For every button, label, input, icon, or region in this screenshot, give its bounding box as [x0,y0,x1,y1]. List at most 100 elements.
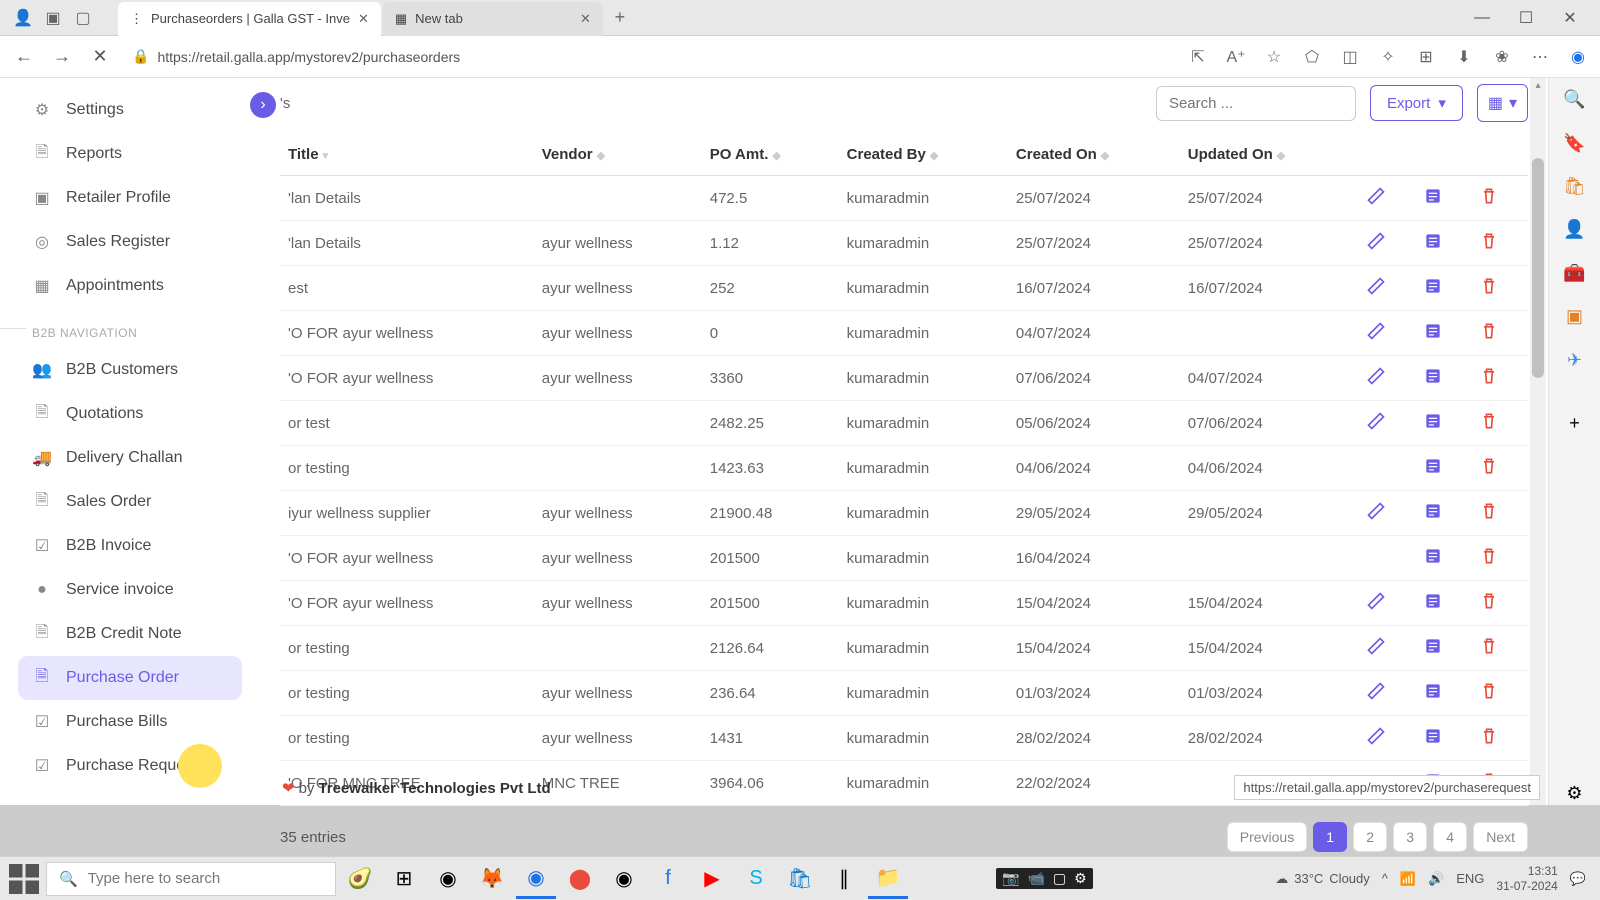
column-header[interactable]: Title▾ [280,134,534,176]
edit-icon[interactable] [1366,636,1386,656]
notifications-icon[interactable]: 💬 [1570,871,1586,887]
trash-icon[interactable] [1479,186,1499,206]
window-minimize-icon[interactable]: — [1470,6,1494,30]
taskbar-explorer[interactable]: 📁 [868,859,908,899]
office-icon[interactable]: ▣ [1562,305,1588,328]
taskbar-youtube[interactable]: ▶ [692,859,732,899]
window-maximize-icon[interactable]: ☐ [1514,6,1538,30]
taskbar-chrome[interactable]: ◉ [604,859,644,899]
column-header[interactable]: Created By◆ [839,134,1008,176]
tray-chevron-icon[interactable]: ^ [1382,871,1388,886]
document-icon[interactable] [1423,231,1443,251]
document-icon[interactable] [1423,411,1443,431]
camera-icon[interactable]: 📷 [1002,870,1019,887]
scrollbar-track[interactable]: ▴ ▾ [1530,78,1546,805]
taskbar-copilot[interactable]: ◉ [428,859,468,899]
trash-icon[interactable] [1479,321,1499,341]
new-tab-button[interactable]: + [605,3,635,33]
taskbar-record[interactable]: ⬤ [560,859,600,899]
taskbar-app-avocado[interactable]: 🥑 [340,859,380,899]
document-icon[interactable] [1423,546,1443,566]
document-icon[interactable] [1423,366,1443,386]
sound-icon[interactable]: 🔊 [1428,871,1444,887]
sidebar-item-purchase-request[interactable]: ☑Purchase Request [18,744,242,788]
extensions-icon[interactable]: ⬠ [1300,45,1324,69]
back-button[interactable]: ← [10,43,38,71]
edit-icon[interactable] [1366,681,1386,701]
trash-icon[interactable] [1479,636,1499,656]
trash-icon[interactable] [1479,366,1499,386]
url-field[interactable]: 🔒 https://retail.galla.app/mystorev2/pur… [124,48,1176,65]
badge-icon[interactable]: ❀ [1490,45,1514,69]
taskbar-search[interactable]: 🔍Type here to search [46,862,336,896]
edit-icon[interactable] [1366,591,1386,611]
edit-icon[interactable] [1366,276,1386,296]
edit-icon[interactable] [1366,366,1386,386]
collections-icon[interactable]: ⊞ [1414,45,1438,69]
trash-icon[interactable] [1479,681,1499,701]
trash-icon[interactable] [1479,546,1499,566]
workspace-icon[interactable]: ▣ [44,9,62,27]
edit-icon[interactable] [1366,411,1386,431]
open-external-icon[interactable]: ⇱ [1186,45,1210,69]
sidebar-item-b2b-customers[interactable]: 👥B2B Customers [18,348,242,392]
weather-widget[interactable]: ☁ 33°C Cloudy [1275,871,1370,887]
settings-icon[interactable]: ⚙ [1074,870,1087,887]
trash-icon[interactable] [1479,456,1499,476]
grid-view-button[interactable]: ▦▾ [1477,84,1528,122]
settings-icon[interactable]: ⚙ [1562,782,1588,805]
split-icon[interactable]: ◫ [1338,45,1362,69]
trash-icon[interactable] [1479,726,1499,746]
document-icon[interactable] [1423,501,1443,521]
sidebar-item-b2b-invoice[interactable]: ☑B2B Invoice [18,524,242,568]
taskbar-app[interactable]: ∥ [824,859,864,899]
trash-icon[interactable] [1479,231,1499,251]
scroll-up-icon[interactable]: ▴ [1532,80,1544,92]
page-button[interactable]: 3 [1393,822,1427,852]
start-button[interactable] [6,861,42,897]
trash-icon[interactable] [1479,591,1499,611]
tab-close-icon[interactable]: ✕ [358,11,369,27]
edit-icon[interactable] [1366,501,1386,521]
trash-icon[interactable] [1479,276,1499,296]
sidebar-item-retailer-profile[interactable]: ▣Retailer Profile [18,176,242,220]
stop-button[interactable]: ✕ [86,43,114,71]
column-header[interactable]: Updated On◆ [1180,134,1358,176]
plus-icon[interactable]: + [1562,412,1588,435]
sidebar-item-purchase-bills[interactable]: ☑Purchase Bills [18,700,242,744]
tag-icon[interactable]: 🔖 [1562,131,1588,154]
sidebar-item-purchase-order[interactable]: 🗎Purchase Order [18,656,242,700]
document-icon[interactable] [1423,321,1443,341]
page-button[interactable]: Next [1473,822,1528,852]
trash-icon[interactable] [1479,411,1499,431]
browser-tab-active[interactable]: ⋮ Purchaseorders | Galla GST - Inve ✕ [118,2,381,36]
sidebar-item-quotations[interactable]: 🗎Quotations [18,392,242,436]
taskbar-store[interactable]: 🛍 [780,859,820,899]
avatar-icon[interactable]: 👤 [1562,218,1588,241]
screen-icon[interactable]: ▢ [1053,870,1066,887]
column-header[interactable]: Created On◆ [1008,134,1180,176]
wifi-icon[interactable]: 📶 [1400,871,1416,887]
sidebar-item-delivery-challan[interactable]: 🚚Delivery Challan [18,436,242,480]
sidebar-item-settings[interactable]: ⚙Settings [18,88,242,132]
window-close-icon[interactable]: ✕ [1558,6,1582,30]
page-button[interactable]: Previous [1227,822,1307,852]
taskbar-facebook[interactable]: f [648,859,688,899]
shopping-icon[interactable]: 🛍 [1562,175,1588,198]
video-icon[interactable]: 📹 [1027,870,1044,887]
tools-icon[interactable]: 🧰 [1562,262,1588,285]
search-input[interactable] [1156,86,1356,121]
taskbar-firefox[interactable]: 🦊 [472,859,512,899]
language-indicator[interactable]: ENG [1456,871,1484,886]
document-icon[interactable] [1423,276,1443,296]
export-button[interactable]: Export▾ [1370,85,1463,121]
edit-icon[interactable] [1366,231,1386,251]
copilot-icon[interactable]: ◉ [1566,45,1590,69]
document-icon[interactable] [1423,456,1443,476]
favorites-icon[interactable]: ✧ [1376,45,1400,69]
recording-toolbar[interactable]: 📷 📹 ▢ ⚙ [996,868,1093,889]
taskbar-skype[interactable]: S [736,859,776,899]
tabs-icon[interactable]: ▢ [74,9,92,27]
sidebar-item-service-invoice[interactable]: ●Service invoice [18,568,242,612]
document-icon[interactable] [1423,186,1443,206]
